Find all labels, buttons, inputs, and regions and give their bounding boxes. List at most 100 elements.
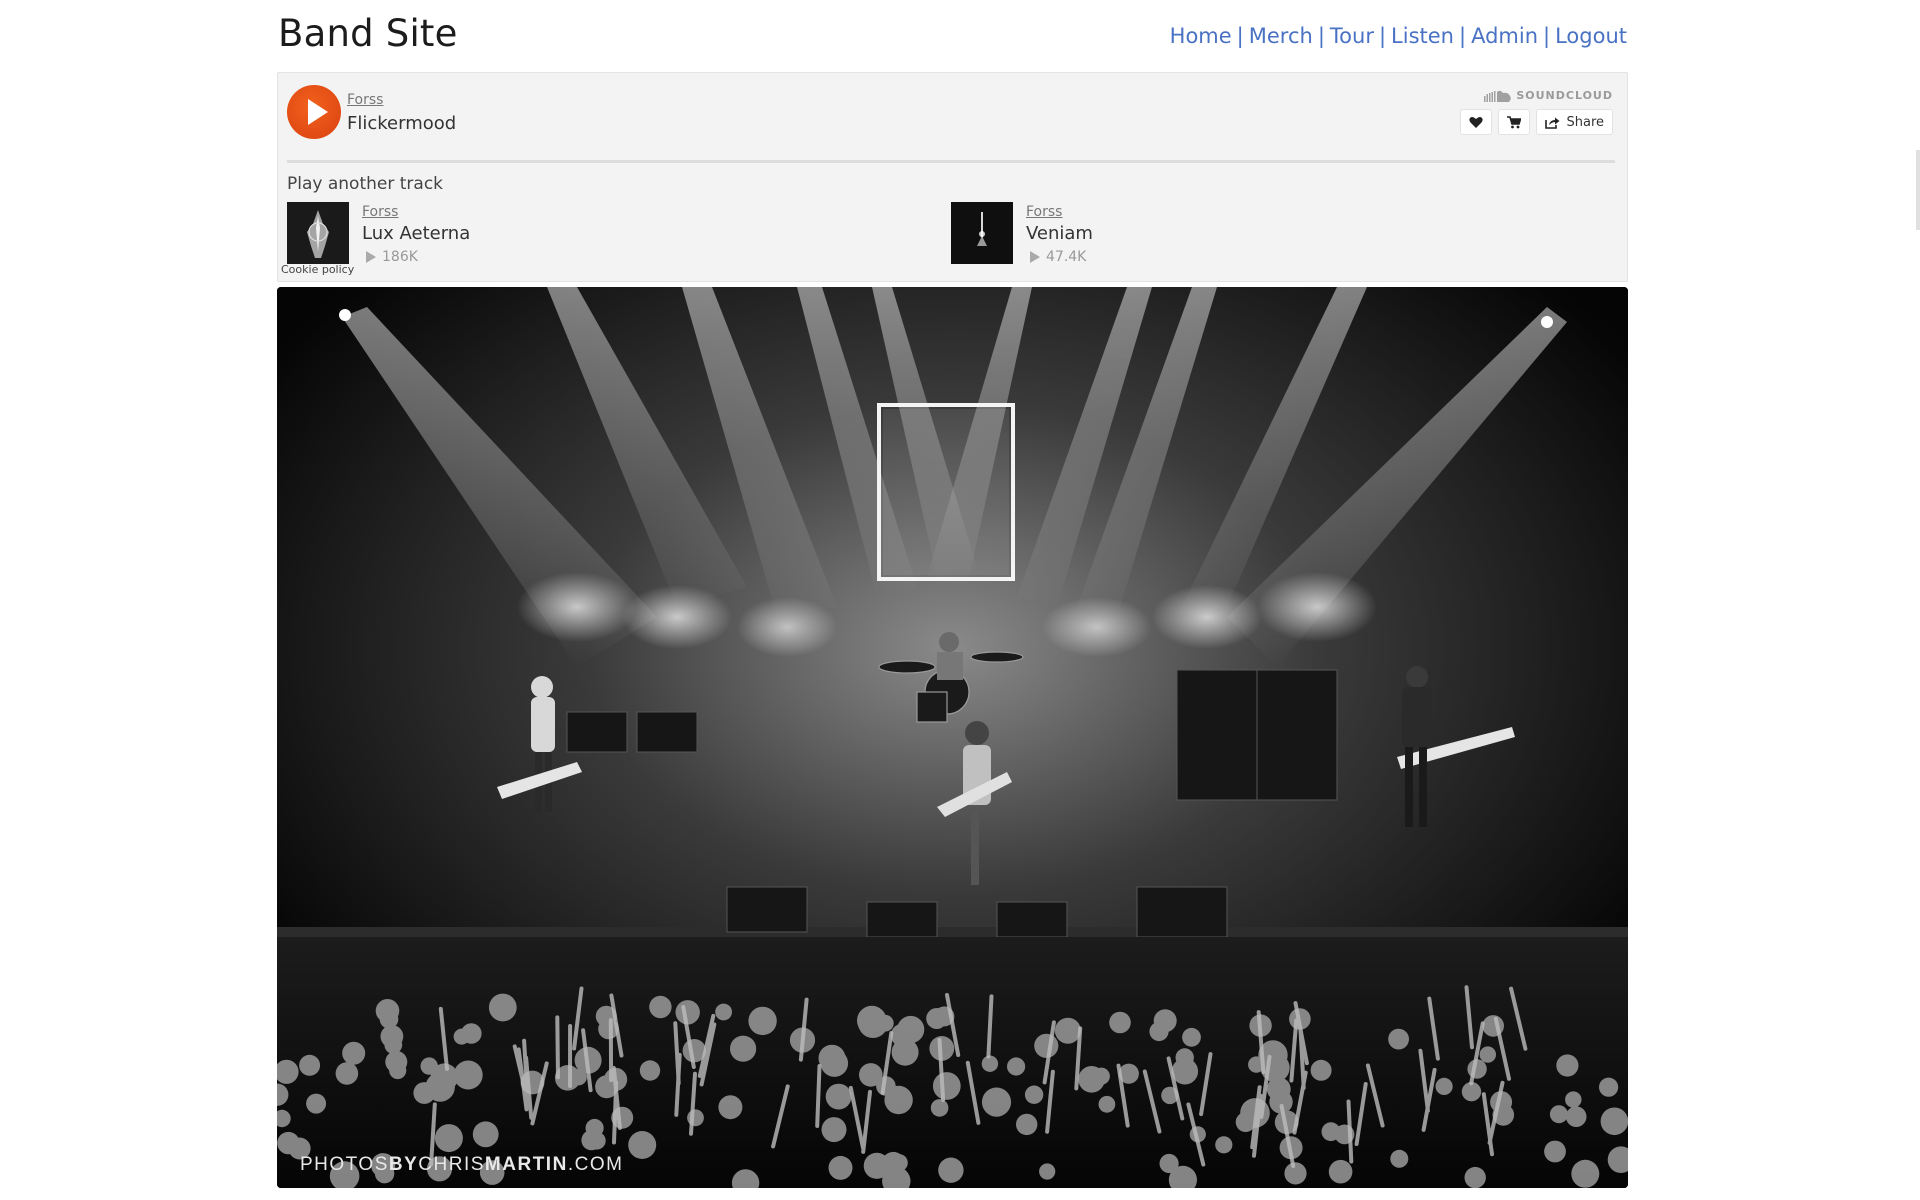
waveform-progress[interactable] xyxy=(287,160,1615,163)
more-tracks-heading: Play another track xyxy=(287,174,444,194)
track-play-count: 47.4K xyxy=(1026,249,1086,265)
crowd-head xyxy=(639,1060,661,1081)
player-track-title[interactable]: Flickermood xyxy=(347,113,456,134)
crowd-head xyxy=(863,1152,890,1179)
crowd-head xyxy=(453,1060,483,1090)
crowd-head xyxy=(1109,1011,1131,1034)
cookie-policy-link[interactable]: Cookie policy xyxy=(281,263,354,276)
nav-separator: | xyxy=(1543,24,1551,48)
scroll-edge xyxy=(1916,150,1920,230)
track-title[interactable]: Veniam xyxy=(1026,223,1093,244)
more-track-item[interactable]: Forss Lux Aeterna 186K xyxy=(287,202,887,266)
crowd-head xyxy=(628,1131,657,1159)
crowd-head xyxy=(1321,1122,1341,1142)
crowd-head xyxy=(1565,1091,1582,1108)
crowd-head xyxy=(570,1069,587,1086)
player-actions: Share xyxy=(1460,109,1613,135)
nav-home[interactable]: Home xyxy=(1170,24,1232,48)
crowd-head xyxy=(342,1041,366,1065)
crowd-head xyxy=(1215,1136,1233,1154)
crowd-head xyxy=(748,1006,777,1036)
crowd-head xyxy=(1606,1116,1625,1135)
track-artist-link[interactable]: Forss xyxy=(1026,204,1062,220)
crowd-head xyxy=(981,1087,1012,1117)
crowd-head xyxy=(884,1085,913,1115)
crowd-head xyxy=(434,1124,463,1153)
crowd-head xyxy=(335,1062,359,1085)
crowd-head xyxy=(461,1023,482,1044)
play-button[interactable] xyxy=(287,85,341,139)
crowd-head xyxy=(1007,1057,1026,1076)
crowd-head xyxy=(649,995,672,1019)
crowd-head xyxy=(821,1117,847,1143)
track-artwork[interactable] xyxy=(951,202,1013,264)
share-icon xyxy=(1545,116,1560,129)
crowd-head xyxy=(1092,1067,1110,1085)
share-button[interactable]: Share xyxy=(1536,109,1613,135)
crowd-head xyxy=(926,1008,948,1029)
soundcloud-icon xyxy=(1484,90,1512,102)
crowd-head xyxy=(890,1154,908,1172)
crowd-head xyxy=(828,1155,853,1180)
nav-separator: | xyxy=(1378,24,1387,48)
crowd-head xyxy=(1284,1162,1307,1185)
soundcloud-player: Forss Flickermood SOUNDCLOUD Share Play … xyxy=(277,72,1628,282)
crowd-head xyxy=(389,1061,407,1080)
crowd-head xyxy=(930,1099,949,1117)
crowd-head xyxy=(1549,1105,1568,1124)
crowd-head xyxy=(1182,1027,1201,1047)
track-artist-link[interactable]: Forss xyxy=(362,204,398,220)
heart-icon xyxy=(1469,116,1484,128)
track-title[interactable]: Lux Aeterna xyxy=(362,223,470,244)
crowd-head xyxy=(1098,1095,1116,1113)
nav-admin[interactable]: Admin xyxy=(1471,24,1538,48)
concert-photo-image xyxy=(277,287,1628,1188)
credit-part: PHOTOS xyxy=(300,1154,389,1175)
crowd-head xyxy=(1599,1077,1619,1097)
crowd-head xyxy=(687,1109,704,1127)
share-label: Share xyxy=(1566,114,1604,130)
crowd-head xyxy=(1571,1159,1600,1188)
crowd-arm xyxy=(1346,1099,1354,1164)
track-artwork[interactable] xyxy=(287,202,349,264)
more-track-item[interactable]: Forss Veniam 47.4K xyxy=(951,202,1551,266)
crowd-head xyxy=(1328,1159,1353,1184)
buy-button[interactable] xyxy=(1498,109,1531,135)
crowd-head xyxy=(715,1003,732,1021)
nav-separator: | xyxy=(1459,24,1467,48)
play-count-value: 186K xyxy=(382,249,418,265)
nav-logout[interactable]: Logout xyxy=(1555,24,1627,48)
crowd-head xyxy=(384,1036,403,1054)
nav-merch[interactable]: Merch xyxy=(1249,24,1313,48)
concert-photo: PHOTOSBYCHRISMARTIN.COM xyxy=(277,287,1628,1188)
nav-listen[interactable]: Listen xyxy=(1391,24,1454,48)
crowd-head xyxy=(1565,1106,1587,1127)
crowd-head xyxy=(1479,1046,1497,1063)
crowd-head xyxy=(1388,1028,1409,1050)
main-nav: Home | Merch | Tour | Listen | Admin | Logout xyxy=(1170,24,1627,48)
crowd-head xyxy=(1556,1054,1579,1077)
play-count-value: 47.4K xyxy=(1046,249,1087,265)
track-play-count: 186K xyxy=(362,249,418,265)
crowd-head xyxy=(981,1055,999,1072)
crowd-head xyxy=(1464,1166,1486,1188)
crowd-head xyxy=(718,1095,743,1120)
crowd-head xyxy=(1149,1021,1169,1042)
like-button[interactable] xyxy=(1460,109,1493,135)
crowd-head xyxy=(306,1093,327,1114)
play-count-icon xyxy=(366,251,376,263)
crowd-head xyxy=(859,1063,883,1087)
crowd-head xyxy=(825,1083,852,1110)
nav-tour[interactable]: Tour xyxy=(1330,24,1374,48)
play-count-icon xyxy=(1030,251,1040,263)
crowd-head xyxy=(891,1038,919,1066)
crowd-head xyxy=(1039,1163,1056,1180)
crowd-head xyxy=(488,993,517,1022)
crowd-head xyxy=(730,1035,757,1062)
crowd-head xyxy=(420,1057,438,1075)
soundcloud-logo[interactable]: SOUNDCLOUD xyxy=(1484,89,1613,102)
crowd-head xyxy=(1024,1085,1044,1104)
crowd-head xyxy=(299,1054,321,1076)
credit-part: MARTIN xyxy=(484,1154,568,1175)
player-artist-link[interactable]: Forss xyxy=(347,92,383,108)
